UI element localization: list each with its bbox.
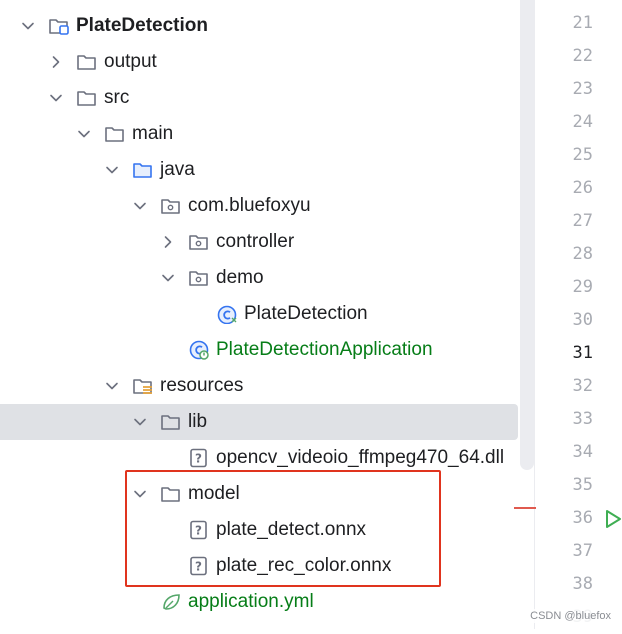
package-icon: [188, 232, 210, 252]
tree-row[interactable]: PlateDetection: [0, 296, 518, 332]
line-number: 32: [572, 376, 593, 396]
folder-icon: [160, 412, 182, 432]
tree-item-label: PlateDetection: [76, 15, 208, 36]
chevron-down-icon[interactable]: [102, 376, 122, 396]
watermark: CSDN @bluefox: [527, 609, 614, 623]
folder-icon: [76, 52, 98, 72]
tree-row[interactable]: controller: [0, 224, 518, 260]
tree-item-label: java: [160, 159, 195, 180]
line-number: 26: [572, 178, 593, 198]
editor-gutter: 21222324252627282930313233343536373839: [535, 0, 622, 629]
tree-row-partial: [0, 0, 518, 8]
tree-item-label: application.yml: [188, 591, 314, 612]
tree-item-label: main: [132, 123, 174, 144]
tree-row[interactable]: com.bluefoxyu: [0, 188, 518, 224]
tree-scrollbar[interactable]: [520, 0, 534, 470]
line-number: 36: [572, 508, 593, 528]
tree-item-label: PlateDetection: [244, 303, 368, 324]
resources-folder-icon: [132, 376, 154, 396]
chevron-down-icon[interactable]: [130, 412, 150, 432]
svg-text:?: ?: [195, 452, 202, 466]
tree-item-label: com.bluefoxyu: [188, 195, 311, 216]
tree-row[interactable]: output: [0, 44, 518, 80]
tree-row[interactable]: java: [0, 152, 518, 188]
tree-item-label: controller: [216, 231, 295, 252]
line-number: 25: [572, 145, 593, 165]
chevron-down-icon[interactable]: [130, 196, 150, 216]
source-folder-icon: [132, 160, 154, 180]
tree-row[interactable]: application.yml: [0, 584, 518, 620]
line-number: 22: [572, 46, 593, 66]
line-number: 21: [572, 13, 593, 33]
line-number: 38: [572, 574, 593, 594]
chevron-down-icon[interactable]: [158, 268, 178, 288]
line-number: 23: [572, 79, 593, 99]
spring-boot-class-icon: [188, 340, 210, 360]
tree-row[interactable]: resources: [0, 368, 518, 404]
chevron-right-icon[interactable]: [158, 232, 178, 252]
chevron-down-icon[interactable]: [102, 160, 122, 180]
tree-item-label: PlateDetectionApplication: [216, 339, 433, 360]
chevron-right-icon[interactable]: [46, 52, 66, 72]
line-number: 24: [572, 112, 593, 132]
chevron-down-icon[interactable]: [18, 16, 38, 36]
line-number: 37: [572, 541, 593, 561]
line-number: 28: [572, 244, 593, 264]
tree-row[interactable]: demo: [0, 260, 518, 296]
tree-row-partial: [0, 620, 518, 629]
chevron-down-icon[interactable]: [46, 88, 66, 108]
tree-row[interactable]: PlateDetection: [0, 8, 518, 44]
spring-config-icon: [160, 592, 182, 612]
line-number: 27: [572, 211, 593, 231]
folder-icon: [76, 88, 98, 108]
package-icon: [160, 196, 182, 216]
tree-item-label: src: [104, 87, 130, 108]
unknown-file-icon: ?: [188, 448, 210, 468]
line-number: 30: [572, 310, 593, 330]
package-icon: [188, 268, 210, 288]
tree-item-label: lib: [188, 411, 208, 432]
folder-icon: [104, 124, 126, 144]
tree-item-label: output: [104, 51, 157, 72]
chevron-down-icon[interactable]: [74, 124, 94, 144]
line-number: 31: [572, 343, 593, 363]
tree-row[interactable]: lib: [0, 404, 518, 440]
run-gutter-icon[interactable]: [604, 509, 622, 529]
line-number: 33: [572, 409, 593, 429]
tree-item-label: resources: [160, 375, 244, 396]
line-number: 34: [572, 442, 593, 462]
module-folder-icon: [48, 16, 70, 36]
change-marker: [514, 507, 536, 509]
java-class-icon: [216, 304, 238, 324]
model-annotation-box: [125, 470, 441, 587]
tree-row[interactable]: main: [0, 116, 518, 152]
tree-item-label: opencv_videoio_ffmpeg470_64.dll: [216, 447, 505, 468]
tree-row[interactable]: src: [0, 80, 518, 116]
line-number: 35: [572, 475, 593, 495]
tree-row[interactable]: PlateDetectionApplication: [0, 332, 518, 368]
tree-item-label: demo: [216, 267, 264, 288]
line-number: 29: [572, 277, 593, 297]
